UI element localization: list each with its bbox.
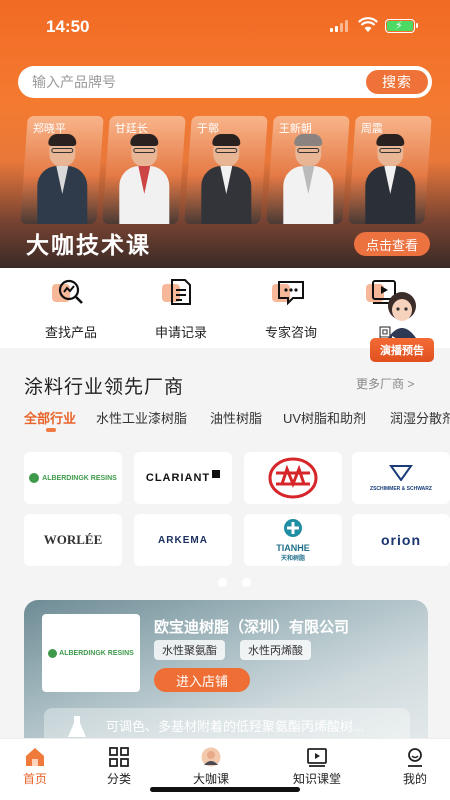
logo-text: WORLÉE — [43, 532, 103, 547]
company-name: 欧宝迪树脂（深圳）有限公司 — [154, 619, 350, 636]
manufacturer-logo-red-emblem[interactable] — [244, 452, 342, 504]
user-icon — [408, 748, 422, 767]
manufacturer-logo-worlee[interactable]: WORLÉE — [24, 514, 122, 566]
search-button[interactable]: 搜索 — [366, 70, 428, 94]
document-icon — [162, 278, 196, 306]
section-title: 涂料行业领先厂商 — [24, 377, 185, 398]
assistant-avatar-icon — [388, 292, 416, 338]
quick-entry-apply-records[interactable]: 申请记录 — [136, 278, 226, 344]
home-icon — [26, 748, 44, 766]
quick-entry-expert-consult[interactable]: 专家咨询 — [246, 278, 336, 344]
featured-company-card[interactable]: ALBERDINGK RESINS 欧宝迪树脂（深圳）有限公司 水性聚氨酯 水性… — [24, 600, 428, 740]
logo-subtext: 天和树脂 — [280, 556, 305, 562]
nav-label: 大咖课 — [192, 772, 229, 786]
product-description: 可调色、多基材附着的低羟聚氨酯丙烯酸树... — [106, 719, 364, 734]
search-bar: 搜索 — [18, 66, 432, 98]
carousel-dots — [218, 578, 258, 588]
company-product-highlight[interactable]: 可调色、多基材附着的低羟聚氨酯丙烯酸树... — [44, 708, 410, 740]
quick-entry-label: 查找产品 — [44, 325, 97, 340]
carousel-dot — [218, 578, 227, 587]
zs-triangle-icon — [389, 464, 413, 482]
hero-title: 大咖技术课 — [26, 232, 151, 258]
carousel-dot — [242, 578, 251, 587]
search-input[interactable] — [32, 72, 332, 92]
quick-entry-label: 专家咨询 — [264, 325, 317, 340]
expert-portrait — [201, 134, 252, 224]
nav-knowledge-class[interactable]: 知识课堂 — [282, 745, 352, 786]
leaf-icon — [29, 473, 40, 483]
logo-text: TIANHE — [276, 543, 310, 553]
product-search-icon — [52, 278, 86, 306]
tab-dispersant[interactable]: 润湿分散剂 — [390, 408, 450, 427]
tab-all-industries[interactable]: 全部行业 — [24, 408, 76, 427]
expert-avatar-icon — [201, 747, 221, 767]
nav-home[interactable]: 首页 — [0, 745, 70, 786]
enter-store-button[interactable]: 进入店铺 — [154, 668, 250, 692]
nav-expert-course[interactable]: 大咖课 — [176, 745, 246, 786]
logo-text: ALBERDINGK RESINS — [59, 649, 134, 657]
home-indicator — [150, 787, 300, 792]
tianhe-cross-icon — [284, 519, 302, 537]
expert-portrait — [283, 134, 334, 224]
logo-text: orion — [381, 532, 421, 548]
manufacturer-logo-clariant[interactable]: CLARIANT — [134, 452, 232, 504]
manufacturer-logo-alberdingk[interactable]: ALBERDINGK RESINS — [24, 452, 122, 504]
quick-entry-find-product[interactable]: 查找产品 — [26, 278, 116, 344]
active-tab-indicator — [46, 428, 56, 432]
manufacturer-logo-arkema[interactable]: ARKEMA — [134, 514, 232, 566]
manufacturers-section: 涂料行业领先厂商 更多厂商 > 全部行业 水性工业漆树脂 油性树脂 UV树脂和助… — [0, 348, 450, 598]
company-tag: 水性丙烯酸 — [240, 640, 311, 660]
logo-text: ALBERDINGK RESINS — [42, 474, 117, 482]
expert-card: 周震 — [348, 116, 432, 224]
expert-name: 周震 — [360, 123, 383, 135]
leaf-icon — [48, 648, 58, 658]
expert-portrait — [119, 134, 170, 224]
red-emblem-icon — [268, 457, 318, 499]
manufacturer-logo-tianhe[interactable]: TIANHE 天和树脂 — [244, 514, 342, 566]
grid-icon — [109, 747, 129, 767]
status-time: 14:50 — [46, 17, 90, 36]
nav-label: 分类 — [106, 772, 131, 786]
expert-card: 郑晓平 — [20, 116, 104, 224]
tab-uv-resin[interactable]: UV树脂和助剂 — [283, 408, 366, 427]
company-logo: ALBERDINGK RESINS — [42, 614, 140, 692]
play-icon — [307, 748, 327, 767]
expert-card: 甘廷长 — [102, 116, 186, 224]
logo-text: CLARIANT — [145, 472, 211, 484]
chat-icon — [272, 278, 306, 306]
expert-portrait — [365, 134, 416, 224]
hero-banner: 14:50 ⚡ 搜索 郑晓平 甘廷长 — [0, 0, 450, 268]
view-course-button[interactable]: 点击查看 — [354, 232, 430, 256]
expert-name: 于鄣 — [196, 123, 219, 135]
quick-entry-label: 申请记录 — [154, 325, 207, 340]
tab-solvent-resin[interactable]: 油性树脂 — [210, 408, 262, 427]
logo-text: ARKEMA — [158, 534, 208, 546]
clariant-mark-icon — [212, 470, 221, 478]
expert-card: 王新朝 — [266, 116, 350, 224]
company-tag: 水性聚氨酯 — [154, 640, 225, 660]
nav-category[interactable]: 分类 — [84, 745, 154, 786]
nav-label: 首页 — [22, 772, 47, 786]
manufacturer-logo-orion[interactable]: orion — [352, 514, 450, 566]
signal-icon — [330, 20, 350, 32]
manufacturer-logo-zschimmer[interactable]: ZSCHIMMER & SCHWARZ — [352, 452, 450, 504]
nav-label: 知识课堂 — [292, 772, 341, 786]
wifi-icon — [358, 17, 378, 32]
expert-card: 于鄣 — [184, 116, 268, 224]
industry-tabs: 全部行业 水性工业漆树脂 油性树脂 UV树脂和助剂 润湿分散剂 — [0, 406, 450, 438]
expert-lineup[interactable]: 郑晓平 甘廷长 于鄣 王新朝 周震 — [20, 116, 434, 228]
battery-icon: ⚡ — [385, 19, 418, 33]
status-bar: 14:50 ⚡ — [0, 0, 450, 50]
nav-label: 我的 — [402, 772, 427, 786]
tab-waterborne-resin[interactable]: 水性工业漆树脂 — [96, 408, 187, 427]
flask-icon — [68, 716, 86, 737]
logo-text: ZSCHIMMER & SCHWARZ — [370, 485, 432, 492]
more-manufacturers-link[interactable]: 更多厂商 > — [356, 375, 414, 392]
nav-mine[interactable]: 我的 — [380, 745, 450, 786]
expert-portrait — [37, 134, 88, 224]
